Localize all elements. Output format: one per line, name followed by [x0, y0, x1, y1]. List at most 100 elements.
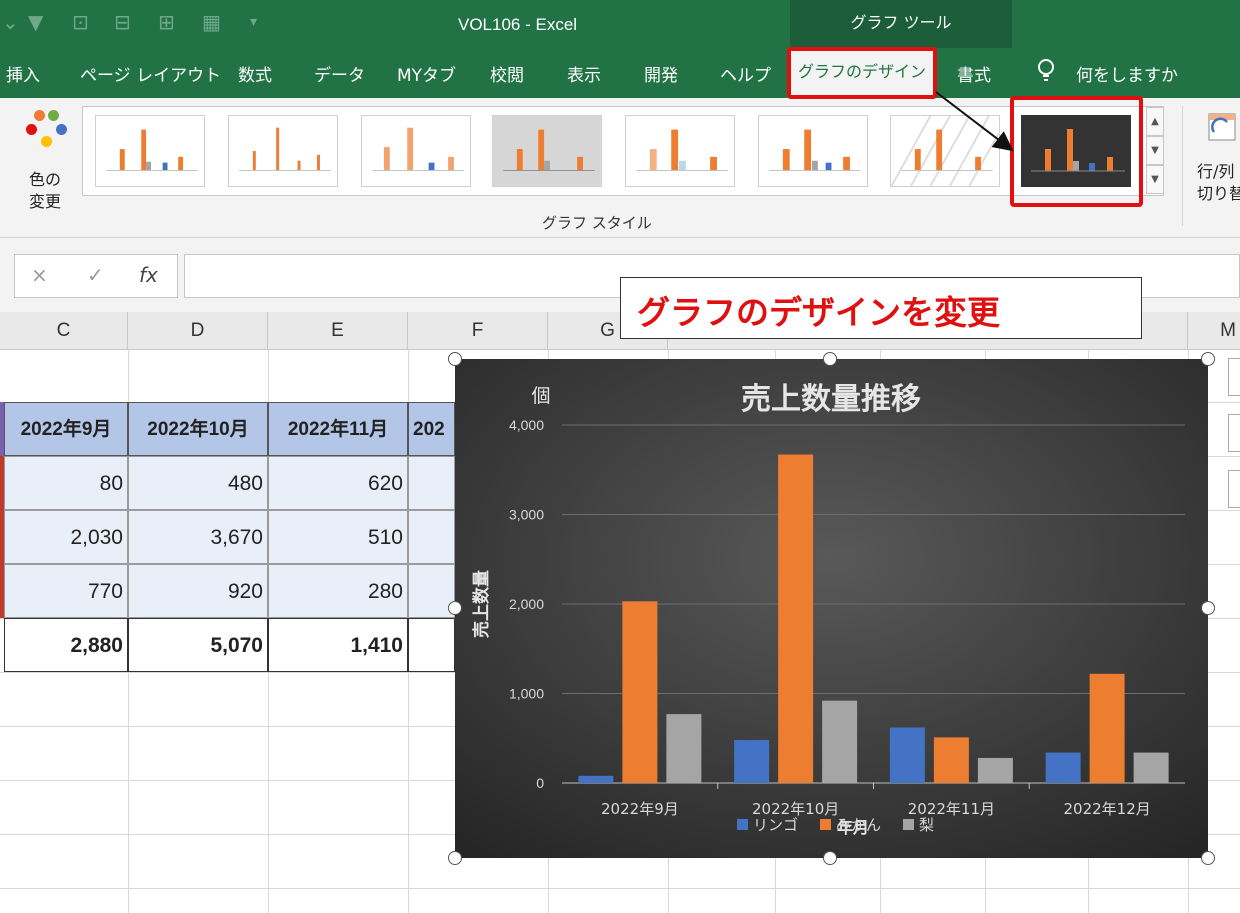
resize-handle[interactable] — [448, 851, 462, 865]
table-cell[interactable] — [408, 510, 455, 564]
resize-handle[interactable] — [823, 851, 837, 865]
legend-swatch — [903, 819, 914, 830]
chart-style-3[interactable] — [361, 115, 471, 187]
column-header-f[interactable]: F — [408, 312, 548, 350]
bar-梨-2022年12月[interactable] — [1133, 752, 1169, 783]
table-cell[interactable]: 920 — [128, 564, 268, 618]
qat-customize-icon[interactable]: ▾ — [250, 14, 257, 30]
table-cell[interactable]: 480 — [128, 456, 268, 510]
palette-dot — [41, 136, 52, 147]
resize-handle[interactable] — [1201, 851, 1215, 865]
table-header-cell[interactable]: 202 — [408, 402, 455, 456]
unit-label[interactable]: 個 — [531, 385, 550, 407]
switch-row-column-icon[interactable] — [1205, 110, 1240, 144]
tab-formulas[interactable]: 数式 — [238, 61, 272, 86]
table-cell[interactable]: 510 — [268, 510, 408, 564]
bar-みかん-2022年10月[interactable] — [778, 454, 814, 783]
switch-row-column-label[interactable]: 行/列 — [1197, 158, 1234, 182]
change-colors-label: 色の — [28, 170, 61, 189]
table-cell[interactable]: 3,670 — [128, 510, 268, 564]
column-header-c[interactable]: C — [0, 312, 128, 350]
total-cell[interactable] — [408, 618, 455, 672]
total-cell[interactable]: 2,880 — [4, 618, 128, 672]
gallery-scroll-down-icon[interactable]: ▼ — [1146, 136, 1164, 165]
table-cell[interactable]: 2,030 — [4, 510, 128, 564]
chart-elements-button[interactable] — [1228, 358, 1240, 396]
chart-style-4[interactable] — [492, 115, 602, 187]
bar-みかん-2022年9月[interactable] — [622, 601, 658, 783]
tell-me-search[interactable]: 何をしますか — [1076, 61, 1178, 86]
enter-icon[interactable]: ✓ — [87, 263, 104, 287]
chart-style-5[interactable] — [625, 115, 735, 187]
ribbon-tab-row: 挿入 ページ レイアウト 数式 データ MYタブ 校閲 表示 開発 ヘルプ 書式… — [0, 48, 1240, 98]
tab-page-layout[interactable]: ページ レイアウト — [80, 61, 221, 86]
y-tick-label: 4,000 — [509, 417, 544, 433]
total-cell[interactable]: 1,410 — [268, 618, 408, 672]
tab-insert[interactable]: 挿入 — [6, 61, 40, 86]
bar-梨-2022年11月[interactable] — [977, 757, 1013, 783]
resize-handle[interactable] — [1201, 352, 1215, 366]
tab-format[interactable]: 書式 — [957, 61, 991, 86]
insert-function-icon[interactable]: fx — [139, 263, 158, 287]
resize-handle[interactable] — [448, 352, 462, 366]
bar-リンゴ-2022年9月[interactable] — [578, 775, 614, 783]
tab-chart-design[interactable]: グラフのデザイン — [787, 47, 937, 99]
bar-リンゴ-2022年11月[interactable] — [889, 727, 925, 783]
resize-handle[interactable] — [448, 601, 462, 615]
chart-style-2[interactable] — [228, 115, 338, 187]
qat-chevron-icon[interactable]: ⌄ — [2, 10, 19, 34]
gallery-scroll-up-icon[interactable]: ▲ — [1146, 107, 1164, 136]
bar-リンゴ-2022年10月[interactable] — [734, 740, 770, 783]
legend-label[interactable]: 梨 — [919, 816, 934, 834]
table-cell[interactable]: 280 — [268, 564, 408, 618]
column-header-e[interactable]: E — [268, 312, 408, 350]
chart-styles-group-label: グラフ スタイル — [542, 214, 652, 232]
bar-梨-2022年10月[interactable] — [822, 700, 858, 783]
bar-梨-2022年9月[interactable] — [666, 714, 702, 783]
resize-handle[interactable] — [823, 352, 837, 366]
tab-developer[interactable]: 開発 — [644, 61, 678, 86]
qat-icon-3[interactable]: ⊟ — [114, 10, 131, 34]
qat-icon-4[interactable]: ⊞ — [158, 10, 175, 34]
table-header-cell[interactable]: 2022年9月 — [4, 402, 128, 456]
qat-icon-2[interactable]: ⊡ — [72, 10, 89, 34]
change-colors-button[interactable]: 色の 変更 — [14, 106, 76, 211]
legend-label[interactable]: みかん — [836, 816, 881, 834]
table-cell[interactable] — [408, 456, 455, 510]
table-header-cell[interactable]: 2022年10月 — [128, 402, 268, 456]
table-header-cell[interactable]: 2022年11月 — [268, 402, 408, 456]
tab-my[interactable]: MYタブ — [397, 61, 456, 86]
cancel-icon[interactable]: × — [31, 263, 48, 287]
gallery-more-icon[interactable]: ▼ — [1146, 165, 1164, 194]
selected-style-highlight — [1010, 96, 1143, 207]
chart-style-1[interactable] — [95, 115, 205, 187]
tab-review[interactable]: 校閲 — [490, 61, 524, 86]
lightbulb-icon[interactable] — [1036, 56, 1056, 86]
column-header-m[interactable]: M — [1188, 312, 1240, 350]
sales-chart[interactable]: 売上数量推移 個 売上数量 年月 01,0002,0003,0004,00020… — [455, 359, 1208, 858]
table-cell[interactable]: 770 — [4, 564, 128, 618]
switch-row-column-label-2[interactable]: 切り替 — [1197, 180, 1240, 204]
column-header-d[interactable]: D — [128, 312, 268, 350]
chart-styles-button[interactable] — [1228, 414, 1240, 452]
legend-label[interactable]: リンゴ — [753, 816, 798, 834]
table-cell[interactable]: 620 — [268, 456, 408, 510]
annotation-text: グラフのデザインを変更 — [637, 293, 1000, 332]
filter-icon[interactable]: ▼ — [28, 10, 43, 34]
chart-style-7[interactable] — [890, 115, 1000, 187]
tab-help[interactable]: ヘルプ — [720, 61, 771, 86]
tab-data[interactable]: データ — [314, 61, 365, 86]
bar-みかん-2022年12月[interactable] — [1089, 673, 1125, 783]
resize-handle[interactable] — [1201, 601, 1215, 615]
chart-style-6[interactable] — [758, 115, 868, 187]
chart-filters-button[interactable] — [1228, 470, 1240, 508]
bar-リンゴ-2022年12月[interactable] — [1045, 752, 1081, 783]
table-cell[interactable]: 80 — [4, 456, 128, 510]
total-cell[interactable]: 5,070 — [128, 618, 268, 672]
bar-みかん-2022年11月[interactable] — [933, 737, 969, 783]
y-axis-title[interactable]: 売上数量 — [471, 570, 492, 638]
palette-dot — [48, 110, 59, 121]
chart-title[interactable]: 売上数量推移 — [741, 382, 921, 417]
tab-view[interactable]: 表示 — [567, 61, 601, 86]
qat-icon-5[interactable]: ▦ — [202, 10, 221, 34]
